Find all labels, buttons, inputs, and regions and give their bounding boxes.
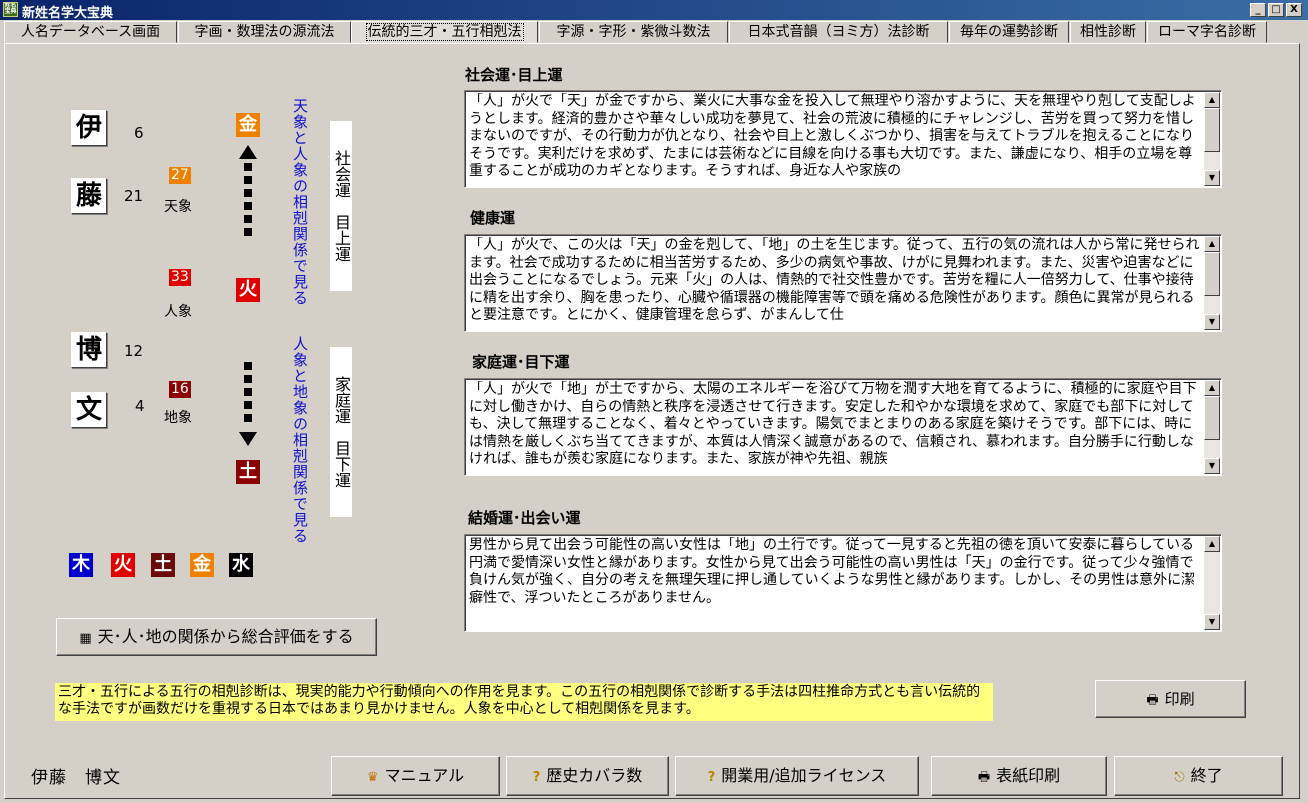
tab-onin[interactable]: 日本式音韻（ヨミ方）法診断 [729,21,948,43]
close-button[interactable]: X [1286,3,1302,17]
question-icon: ? [707,770,716,785]
legend-water: 水 [229,553,253,577]
scroll-up-icon[interactable]: ▲ [1204,236,1220,252]
scroll-thumb[interactable] [1204,108,1220,152]
dash-mark [244,189,252,197]
license-button[interactable]: ? 開業用/追加ライセンス [675,756,919,796]
printer-icon: 🖶 [977,770,991,785]
dash-mark [244,176,252,184]
manual-button[interactable]: ♛ マニュアル [331,756,500,796]
section-title-health: 健康運 [470,209,516,227]
tab-stroke-origin[interactable]: 字画・数理法の源流法 [178,21,351,43]
tab-romaji[interactable]: ローマ字名診断 [1147,21,1267,43]
dash-mark [244,401,252,409]
dash-mark [244,388,252,396]
app-icon: 姓名宝典 [3,2,18,17]
scrollbar[interactable]: ▲ ▼ [1204,236,1220,330]
stroke-count-3: 12 [124,342,144,360]
upper-relation-note: 天象と人象の相剋関係で見る [291,98,309,306]
health-fortune-text: 「人」が火で、この火は「天」の金を剋して、「地」の土を生じます。従って、五行の気… [469,237,1200,323]
print-button[interactable]: 🖶 印刷 [1095,680,1246,718]
maximize-button[interactable]: □ [1268,3,1284,17]
question-icon: ? [532,770,541,785]
dash-mark [244,375,252,383]
chart-icon: ▦ [79,631,92,646]
jinsho-number: 33 [169,269,191,286]
stroke-count-4: 4 [135,397,145,415]
legend-earth: 土 [151,553,175,577]
dash-mark [244,228,252,236]
chisho-label: 地象 [164,410,192,426]
stroke-count-2: 21 [124,187,144,205]
minimize-button[interactable]: _ [1250,3,1266,17]
up-arrow-icon [239,145,257,159]
marriage-fortune-textbox[interactable]: 男性から見て出会う可能性の高い女性は「地」の土行です。従って一見すると先祖の徳を… [464,534,1222,632]
name-char-2: 藤 [71,178,107,214]
tab-compatibility[interactable]: 相性診断 [1070,21,1146,43]
scroll-down-icon[interactable]: ▼ [1204,314,1220,330]
legend-fire: 火 [111,553,135,577]
social-fortune-textbox[interactable]: 「人」が火で「天」が金ですから、業火に大事な金を投入して無理やり溶かすように、天… [464,90,1222,188]
dash-mark [244,414,252,422]
tensho-label: 天象 [164,199,192,215]
scroll-down-icon[interactable]: ▼ [1204,614,1220,630]
scrollbar[interactable]: ▲ ▼ [1204,536,1220,630]
scrollbar[interactable]: ▲ ▼ [1204,380,1220,474]
down-arrow-icon [239,432,257,446]
scroll-thumb[interactable] [1204,252,1220,296]
stroke-count-1: 6 [134,124,144,142]
exit-button[interactable]: ⎋ 終了 [1114,756,1283,796]
section-title-social: 社会運･目上運 [465,66,563,84]
jinsho-label: 人象 [164,304,192,320]
family-fortune-text: 「人」が火で「地」が土ですから、太陽のエネルギーを浴びて万物を潤す大地を育てるよ… [469,381,1197,467]
evaluate-button[interactable]: ▦ 天･人･地の関係から総合評価をする [56,618,377,656]
section-title-marriage: 結婚運･出会い運 [468,509,581,527]
title-bar: 姓名宝典 新姓名学大宝典 _ □ X [0,0,1308,21]
lower-fortune-label: 家庭運 目下運 [330,347,352,517]
scroll-up-icon[interactable]: ▲ [1204,92,1220,108]
dash-mark [244,163,252,171]
exit-icon: ⎋ [1174,770,1185,785]
name-char-3: 博 [71,332,107,368]
tab-jigen-jikei[interactable]: 字源・字形・紫微斗数法 [539,21,728,43]
manual-icon: ♛ [366,770,379,785]
tab-name-database[interactable]: 人名データベース画面 [4,21,177,43]
history-kabbalah-button[interactable]: ? 歴史カバラ数 [506,756,669,796]
element-metal: 金 [236,113,260,137]
lower-relation-note: 人象と地象の相剋関係で見る [291,336,309,544]
printer-icon: 🖶 [1146,693,1159,708]
cover-print-button[interactable]: 🖶 表紙印刷 [931,756,1107,796]
upper-fortune-label: 社会運 目上運 [330,121,352,291]
chisho-number: 16 [169,381,191,398]
scrollbar[interactable]: ▲ ▼ [1204,92,1220,186]
window-title: 新姓名学大宝典 [22,6,114,21]
social-fortune-text: 「人」が火で「天」が金ですから、業火に大事な金を投入して無理やり溶かすように、天… [469,93,1196,179]
scroll-thumb[interactable] [1204,396,1220,440]
element-earth: 土 [236,460,260,484]
tab-yearly-fortune[interactable]: 毎年の運勢診断 [949,21,1069,43]
family-fortune-textbox[interactable]: 「人」が火で「地」が土ですから、太陽のエネルギーを浴びて万物を潤す大地を育てるよ… [464,378,1222,476]
tensho-number: 27 [169,167,191,184]
name-char-1: 伊 [71,110,107,146]
full-name: 伊藤 博文 [31,768,121,788]
scroll-down-icon[interactable]: ▼ [1204,170,1220,186]
scroll-up-icon[interactable]: ▲ [1204,536,1220,552]
section-title-family: 家庭運･目下運 [472,353,570,371]
legend-metal: 金 [190,553,214,577]
dash-mark [244,362,252,370]
scroll-up-icon[interactable]: ▲ [1204,380,1220,396]
legend-wood: 木 [69,553,93,577]
element-fire: 火 [236,278,260,302]
dash-mark [244,202,252,210]
marriage-fortune-text: 男性から見て出会う可能性の高い女性は「地」の土行です。従って一見すると先祖の徳を… [469,537,1196,606]
health-fortune-textbox[interactable]: 「人」が火で、この火は「天」の金を剋して、「地」の土を生じます。従って、五行の気… [464,234,1222,332]
scroll-down-icon[interactable]: ▼ [1204,458,1220,474]
tab-sancai-gogyo[interactable]: 伝統的三才・五行相剋法 [351,21,538,43]
method-note: 三才・五行による五行の相剋診断は、現実的能力や行動傾向への作用を見ます。この五行… [55,683,993,721]
name-char-4: 文 [71,392,107,428]
dash-mark [244,215,252,223]
